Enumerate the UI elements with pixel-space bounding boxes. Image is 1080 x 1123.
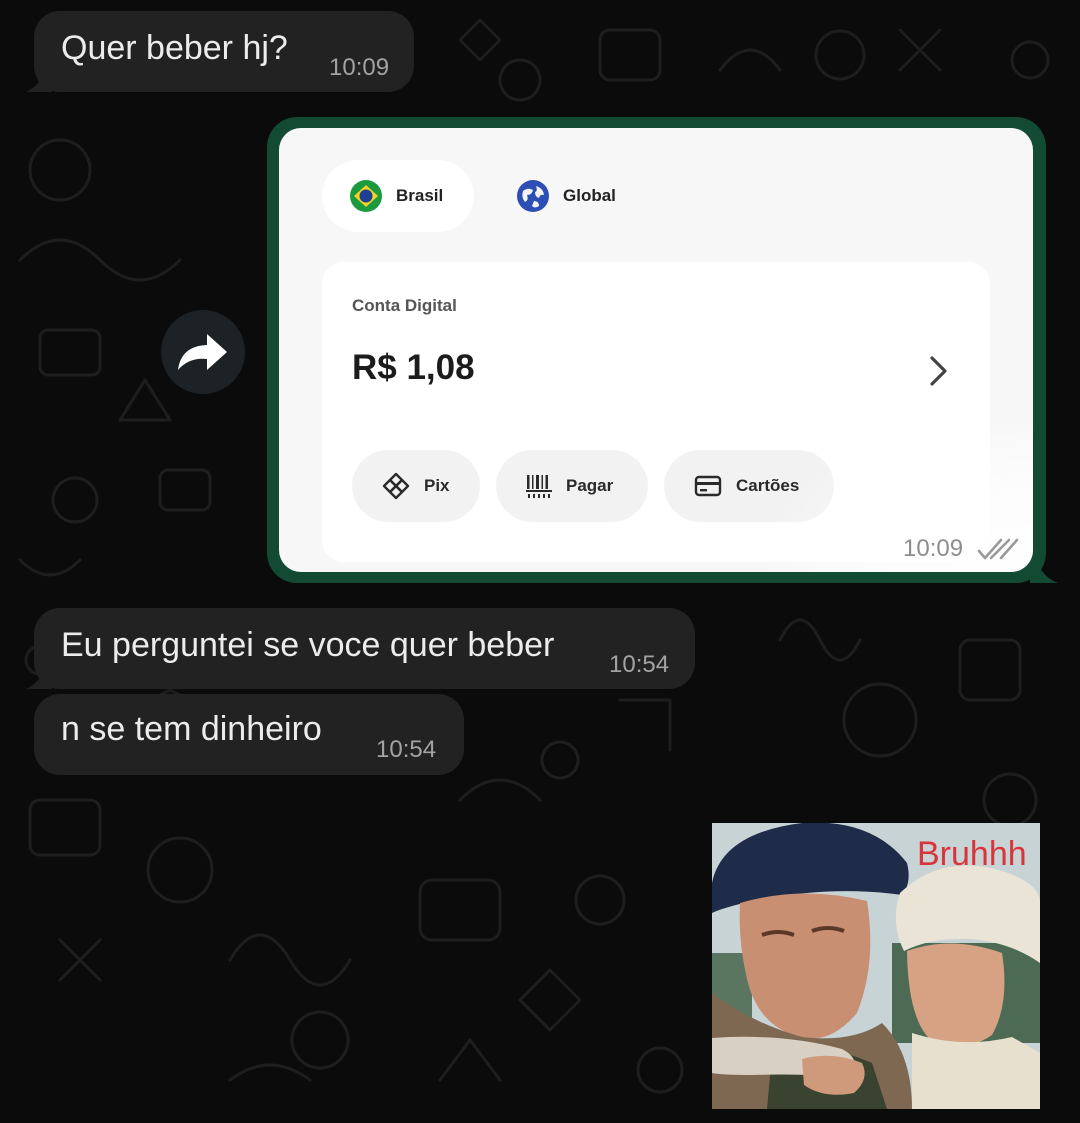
action-pix: Pix [352,450,480,522]
forward-button[interactable] [161,310,245,394]
meme-caption: Bruhhh [917,835,1027,873]
pix-icon [382,472,410,500]
message-text: n se tem dinheiro [61,710,322,748]
message-time: 10:09 [329,54,390,81]
message-text: Eu perguntei se voce quer beber [61,626,555,664]
meme-sticker[interactable]: Bruhhh [712,823,1040,1109]
chevron-right-icon [930,356,947,386]
tab-global: Global [489,160,649,232]
forwarded-screenshot[interactable]: Brasil Global Conta Digital R$ 1,08 Pix … [279,128,1033,572]
brazil-flag-icon [350,180,382,212]
globe-icon [517,180,549,212]
tab-brasil: Brasil [322,160,474,232]
image-message-time: 10:09 [903,535,964,562]
forward-arrow-icon [178,334,227,370]
message-time: 10:54 [609,651,670,678]
action-pagar: Pagar [496,450,648,522]
card-icon [694,475,722,497]
double-check-icon [977,538,1019,560]
message-text: Quer beber hj? [61,29,288,67]
message-bubble[interactable]: Eu perguntei se voce quer beber 10:54 [34,608,695,689]
action-label: Pix [424,476,450,495]
account-balance: R$ 1,08 [352,348,475,387]
message-bubble[interactable]: Quer beber hj? 10:09 [34,11,414,92]
message-time: 10:54 [376,736,437,763]
action-label: Pagar [566,476,614,495]
account-label: Conta Digital [352,296,457,315]
message-bubble[interactable]: n se tem dinheiro 10:54 [34,694,464,775]
tab-label: Brasil [396,186,444,205]
tab-label: Global [563,186,616,205]
barcode-icon [526,475,552,498]
